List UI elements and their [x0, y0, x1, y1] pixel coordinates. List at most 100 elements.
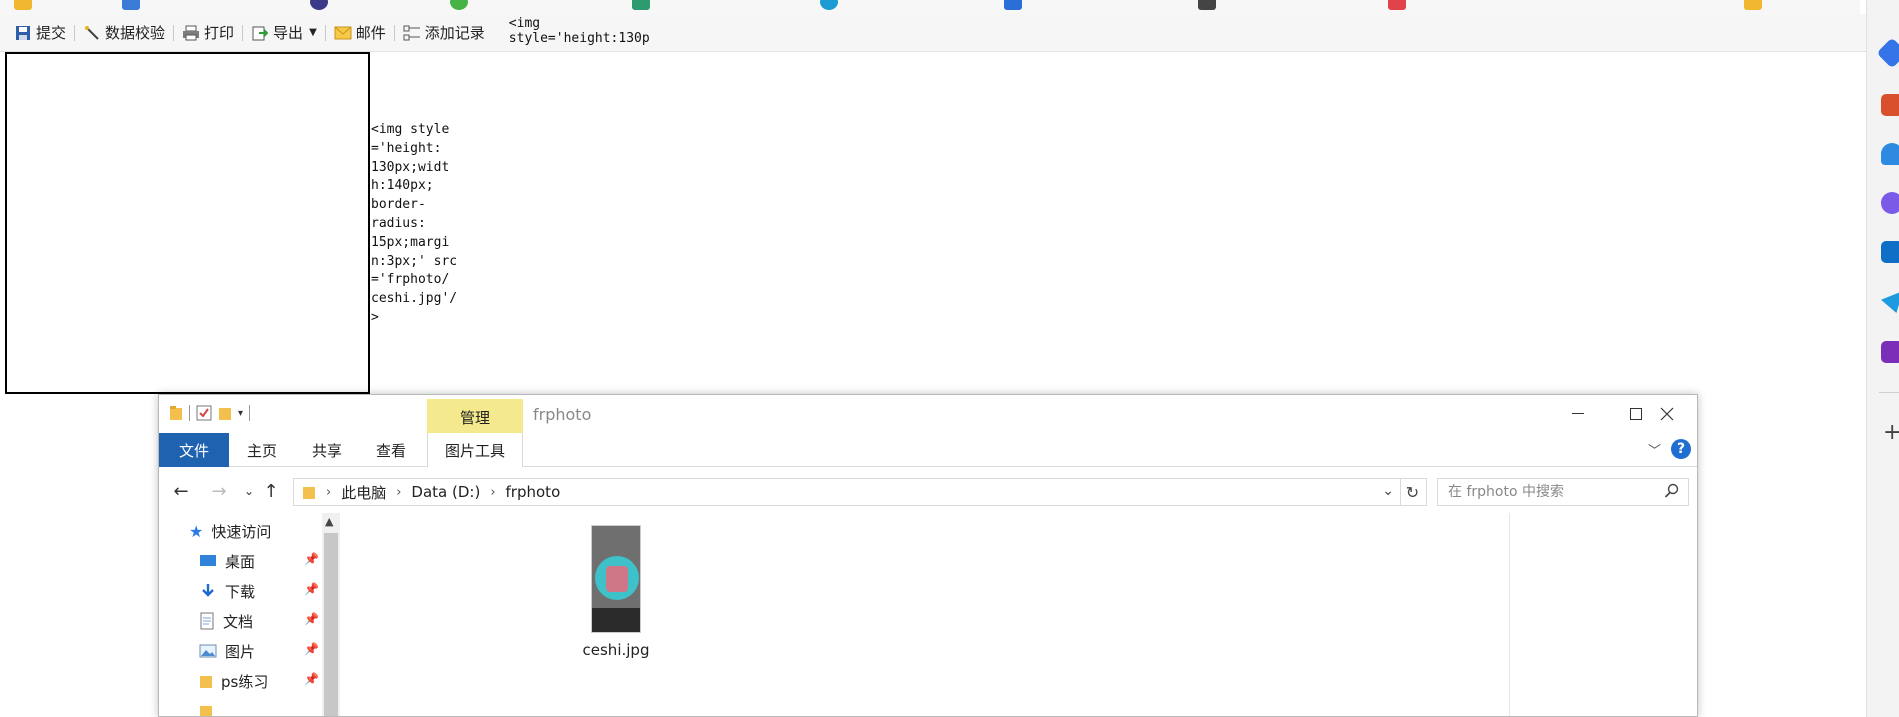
mail-label: 邮件 [355, 24, 386, 42]
bookmark-doc-icon[interactable] [632, 0, 650, 10]
tab-picture-tools[interactable]: 图片工具 [427, 433, 523, 467]
breadcrumb-this-pc[interactable]: 此电脑 [341, 482, 386, 503]
folder-icon [200, 706, 212, 716]
nav-item-folder[interactable] [199, 698, 213, 716]
submit-button[interactable]: 提交 [6, 19, 74, 47]
help-button[interactable]: ? [1671, 439, 1691, 459]
bookmark-globe-icon[interactable] [310, 0, 328, 10]
bookmark-folder-icon[interactable] [14, 0, 32, 10]
minimize-button[interactable] [1549, 399, 1607, 429]
tag-icon[interactable] [1876, 37, 1899, 69]
bookmark-edge-icon[interactable] [820, 0, 838, 10]
report-image-cell[interactable] [5, 52, 370, 394]
add-record-icon [403, 24, 421, 42]
validate-label: 数据校验 [105, 24, 166, 42]
nav-scrollbar[interactable]: ▲ [322, 513, 340, 716]
bookmark-folder-icon[interactable] [1744, 0, 1762, 10]
save-icon [14, 24, 32, 42]
envelope-icon [334, 24, 352, 42]
desktop-icon [200, 555, 216, 566]
folder-icon [303, 487, 315, 499]
report-html-cell[interactable]: <img style ='height: 130px;widt h:140px;… [371, 121, 471, 328]
pin-icon: 📌 [304, 672, 319, 686]
expand-ribbon-chevron-icon[interactable]: ﹀ [1648, 440, 1661, 459]
bookmark-blue-icon[interactable] [1004, 0, 1022, 10]
bookmark-clipboard-icon[interactable] [1198, 0, 1216, 10]
tab-home[interactable]: 主页 [229, 433, 295, 467]
new-folder-icon[interactable] [218, 405, 232, 421]
validate-button[interactable]: 数据校验 [75, 19, 173, 47]
bookmark-green-icon[interactable] [450, 0, 468, 10]
send-icon[interactable] [1881, 291, 1899, 313]
document-icon [200, 612, 214, 630]
qat-dropdown-icon[interactable]: ▾ [238, 408, 243, 419]
pin-icon: 📌 [304, 552, 319, 566]
file-item[interactable]: ceshi.jpg [571, 525, 661, 659]
tab-share[interactable]: 共享 [295, 433, 359, 467]
scroll-up-icon[interactable]: ▲ [325, 515, 333, 528]
breadcrumb-chevron-icon: › [490, 484, 496, 500]
recent-locations-chevron-icon[interactable]: ⌄ [237, 479, 261, 503]
export-button[interactable]: 导出 ▼ [243, 19, 325, 47]
close-button[interactable] [1637, 399, 1697, 429]
close-icon [1660, 407, 1674, 421]
minimize-icon [1572, 413, 1584, 414]
title-bar: ▾ 管理 frphoto [159, 395, 1697, 467]
nav-item-label: ps练习 [221, 672, 269, 691]
search-input[interactable] [1446, 483, 1651, 501]
nav-item-label: 图片 [225, 642, 256, 661]
address-row: ← → ⌄ ↑ › 此电脑 › Data (D:) › frphoto ⌄ ↻ [159, 469, 1697, 513]
pin-icon: 📌 [304, 582, 319, 596]
picture-icon [199, 644, 217, 658]
user-icon[interactable] [1881, 143, 1899, 165]
search-icon[interactable] [1664, 483, 1680, 499]
print-button[interactable]: 打印 [174, 19, 242, 47]
refresh-button[interactable]: ↻ [1399, 478, 1427, 506]
outlook-icon[interactable] [1881, 241, 1899, 263]
nav-item-pictures[interactable]: 图片 [199, 638, 255, 664]
nav-item-label: 下载 [225, 582, 256, 601]
details-pane-divider [1509, 513, 1510, 716]
back-arrow-icon[interactable]: ← [169, 479, 193, 503]
pin-icon: 📌 [304, 612, 319, 626]
ribbon-controls: ﹀ ? [1648, 439, 1691, 459]
qat-separator [249, 405, 251, 421]
bookmark-page-icon[interactable] [122, 0, 140, 10]
search-box [1437, 478, 1689, 506]
address-bar[interactable]: › 此电脑 › Data (D:) › frphoto ⌄ [293, 478, 1401, 506]
export-icon [251, 24, 269, 42]
breadcrumb-chevron-icon: › [396, 484, 402, 500]
file-list: ceshi.jpg [341, 513, 1511, 716]
breadcrumb-drive[interactable]: Data (D:) [411, 483, 480, 501]
bookmark-red-icon[interactable] [1388, 0, 1406, 10]
forward-arrow-icon[interactable]: → [207, 479, 231, 503]
address-dropdown-icon[interactable]: ⌄ [1382, 483, 1394, 499]
properties-check-icon[interactable] [196, 405, 212, 421]
toolbar-code-preview: <img style='height:130p [508, 15, 650, 46]
up-arrow-icon[interactable]: ↑ [259, 479, 283, 503]
copilot-icon[interactable] [1881, 192, 1899, 214]
tab-view[interactable]: 查看 [359, 433, 423, 467]
sidebar-divider [1879, 392, 1899, 393]
toolbox-icon[interactable] [1881, 94, 1899, 116]
add-record-button[interactable]: 添加记录 [395, 19, 493, 47]
nav-quick-access[interactable]: ★ 快速访问 [189, 518, 271, 544]
breadcrumb-folder[interactable]: frphoto [506, 483, 561, 501]
plus-icon[interactable]: + [1883, 420, 1899, 445]
nav-item-desktop[interactable]: 桌面 [199, 548, 255, 574]
nav-item-label: 桌面 [225, 552, 256, 571]
scrollbar-thumb[interactable] [324, 533, 338, 716]
onenote-icon[interactable] [1881, 341, 1899, 363]
quick-access-toolbar: ▾ [169, 405, 251, 421]
nav-item-documents[interactable]: 文档 [199, 608, 253, 634]
nav-item-ps-practice[interactable]: ps练习 [199, 668, 268, 694]
export-label: 导出 [273, 24, 304, 42]
mail-button[interactable]: 邮件 [326, 19, 394, 47]
folder-icon[interactable] [169, 405, 183, 421]
nav-item-label: 文档 [223, 612, 254, 631]
manage-tab[interactable]: 管理 [427, 407, 523, 428]
tab-file[interactable]: 文件 [159, 433, 229, 467]
printer-icon [182, 24, 200, 42]
window-title: frphoto [533, 405, 592, 424]
nav-item-downloads[interactable]: 下载 [199, 578, 255, 604]
